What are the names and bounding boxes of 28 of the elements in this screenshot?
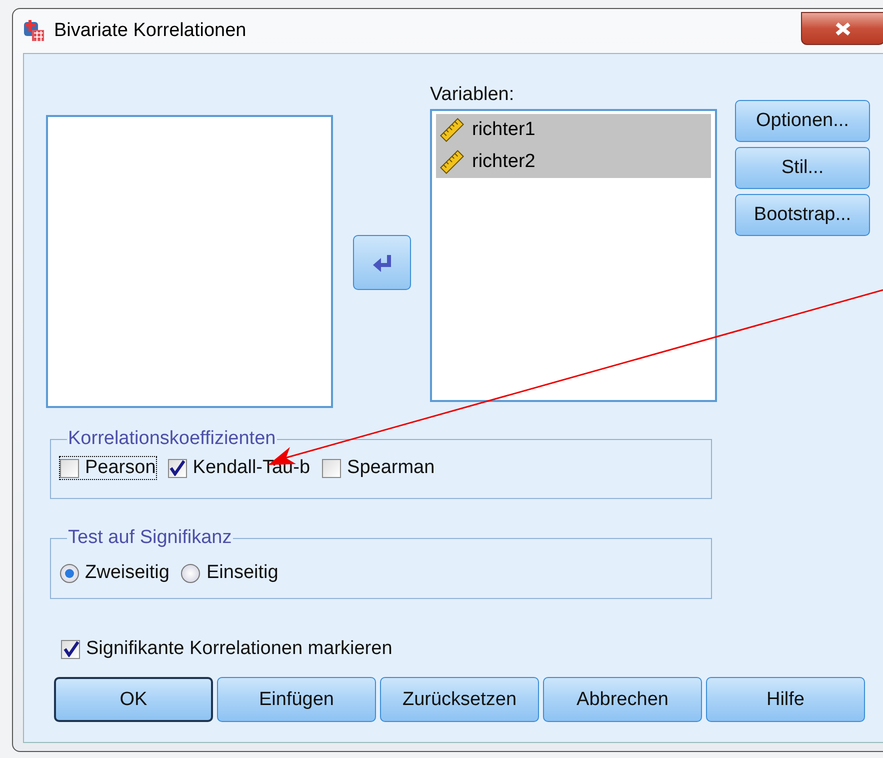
dialog-button[interactable]: Hilfe [706,677,865,722]
radio-button[interactable]: Zweiseitig [59,561,170,585]
dialog-button[interactable]: Abbrechen [543,677,702,722]
variable-item[interactable]: richter2 [436,146,711,178]
window-title: Bivariate Korrelationen [54,20,246,42]
radio-button[interactable]: Einseitig [180,561,280,585]
source-variable-list[interactable] [46,115,333,408]
move-button[interactable] [352,235,410,290]
dialog-button[interactable]: OK [54,677,213,722]
checkmark-icon [62,641,78,657]
dialog-button[interactable]: Stil... [735,147,870,189]
checkbox[interactable]: Pearson [59,456,157,480]
variables-list[interactable]: richter1 richter2 [430,109,717,402]
variable-item[interactable]: richter1 [436,114,711,146]
group-title: Test auf Signifikanz [67,527,233,549]
app-icon [23,19,45,43]
group-title: Korrelationskoeffizienten [67,428,277,450]
dialog-button[interactable]: Zurücksetzen [380,677,539,722]
checkbox[interactable]: Spearman [321,456,436,480]
list-label: Variablen: [430,83,516,106]
checkbox[interactable]: Signifikante Korrelationen markieren [60,637,883,661]
close-icon [834,20,852,36]
close-button[interactable] [801,12,883,45]
dialog-button[interactable]: Bootstrap... [735,194,870,236]
checkmark-icon [169,460,186,476]
dialog-button[interactable]: Optionen... [735,100,870,142]
dialog-button[interactable]: Einfügen [217,677,376,722]
checkbox[interactable]: Kendall-Tau-b [166,456,312,480]
